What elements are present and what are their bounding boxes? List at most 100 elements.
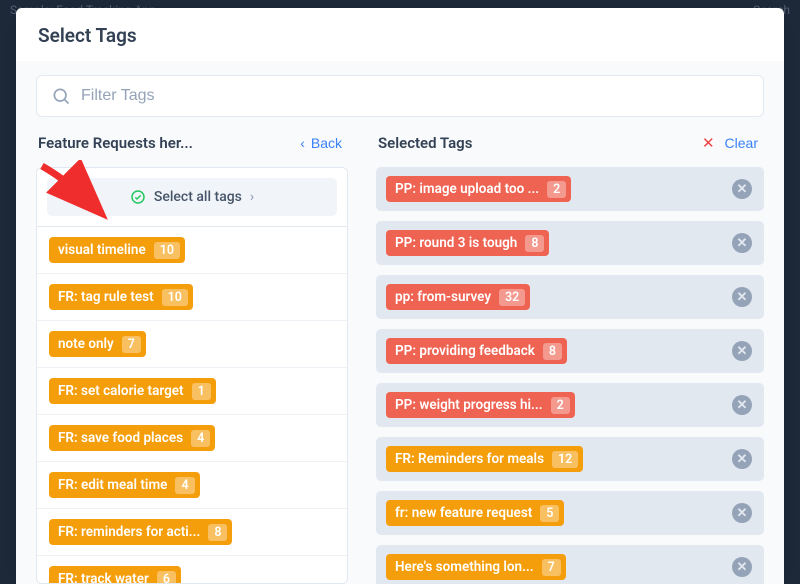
tag-label: visual timeline: [58, 237, 146, 263]
remove-tag-button[interactable]: ✕: [732, 503, 752, 523]
search-icon: [51, 86, 71, 106]
tag-count: 8: [208, 524, 227, 541]
remove-tag-button[interactable]: ✕: [732, 449, 752, 469]
tag-pill: FR: set calorie target 1: [49, 378, 216, 404]
tag-count: 7: [122, 336, 141, 353]
remove-tag-button[interactable]: ✕: [732, 341, 752, 361]
tag-label: FR: Reminders for meals: [395, 446, 544, 472]
close-icon: ✕: [737, 560, 748, 575]
filter-tags-field[interactable]: [36, 75, 764, 117]
tag-pill: FR: tag rule test 10: [49, 284, 193, 310]
tag-label: pp: from-survey: [395, 284, 491, 310]
tag-pill: FR: save food places 4: [49, 425, 215, 451]
selected-tag-row: Here's something lon... 7 ✕: [376, 545, 764, 584]
tag-pill: FR: track water 6: [49, 566, 181, 584]
tag-label: FR: reminders for acti...: [58, 519, 200, 545]
close-icon: ✕: [737, 236, 748, 251]
tag-label: FR: set calorie target: [58, 378, 184, 404]
filter-tags-input[interactable]: [81, 87, 749, 105]
tag-count: 12: [552, 451, 578, 468]
close-icon: ✕: [702, 136, 715, 151]
selected-tag-row: PP: image upload too ...2 ✕: [376, 167, 764, 211]
tag-pill: PP: weight progress hi... 2: [386, 392, 575, 418]
tag-pill: fr: new feature request 5: [386, 500, 564, 526]
chevron-right-icon: ›: [250, 189, 254, 205]
available-tag-row[interactable]: note only 7: [37, 321, 347, 368]
remove-tag-button[interactable]: ✕: [732, 395, 752, 415]
tag-label: PP: providing feedback: [395, 338, 535, 364]
tag-pill: Here's something lon... 7: [386, 554, 566, 580]
tag-pill: FR: reminders for acti... 8: [49, 519, 232, 545]
tag-label: FR: edit meal time: [58, 472, 167, 498]
selected-tags-list: PP: image upload too ...2✕PP: round 3 is…: [376, 167, 764, 584]
tag-count: 10: [162, 289, 188, 306]
tag-pill: PP: providing feedback 8: [386, 338, 567, 364]
tag-label: FR: track water: [58, 566, 149, 584]
selected-heading: Selected Tags: [378, 134, 472, 152]
check-circle-icon: [130, 189, 146, 205]
available-tags-column: Feature Requests her... ‹ Back Select al…: [36, 133, 348, 584]
tag-label: PP: round 3 is tough: [395, 230, 517, 256]
tag-pill: PP: round 3 is tough 8: [386, 230, 549, 256]
modal-body: Feature Requests her... ‹ Back Select al…: [16, 61, 784, 584]
tag-pill: pp: from-survey 32: [386, 284, 530, 310]
selected-tag-row: PP: round 3 is tough 8 ✕: [376, 221, 764, 265]
tag-count: 4: [191, 430, 210, 447]
tag-count: 7: [542, 559, 561, 576]
close-icon: ✕: [737, 506, 748, 521]
tag-label: PP: weight progress hi...: [395, 392, 543, 418]
tag-count: 4: [175, 477, 194, 494]
selected-tag-row: fr: new feature request 5 ✕: [376, 491, 764, 535]
tag-count: 32: [499, 289, 525, 306]
tag-label: FR: tag rule test: [58, 284, 154, 310]
close-icon: ✕: [737, 290, 748, 305]
tag-count: 1: [192, 383, 211, 400]
selected-tag-row: PP: weight progress hi... 2 ✕: [376, 383, 764, 427]
available-tag-row[interactable]: visual timeline 10: [37, 227, 347, 274]
select-all-label: Select all tags: [154, 189, 242, 205]
available-tag-row[interactable]: FR: save food places 4: [37, 415, 347, 462]
available-tag-row[interactable]: FR: edit meal time 4: [37, 462, 347, 509]
select-tags-modal: Select Tags Feature Requests her... ‹ Ba…: [16, 8, 784, 584]
tag-pill: FR: edit meal time 4: [49, 472, 200, 498]
tag-pill: visual timeline 10: [49, 237, 185, 263]
remove-tag-button[interactable]: ✕: [732, 287, 752, 307]
tag-count: 8: [525, 235, 544, 252]
select-all-tags-button[interactable]: Select all tags ›: [47, 178, 337, 216]
available-tag-row[interactable]: FR: tag rule test 10: [37, 274, 347, 321]
tag-pill: PP: image upload too ...2: [386, 176, 571, 202]
tag-count: 8: [543, 343, 562, 360]
clear-button[interactable]: ✕ Clear: [698, 133, 762, 153]
tag-count: 2: [551, 397, 570, 414]
available-tag-row[interactable]: FR: reminders for acti... 8: [37, 509, 347, 556]
tag-label: fr: new feature request: [395, 500, 532, 526]
remove-tag-button[interactable]: ✕: [732, 179, 752, 199]
tag-pill: note only 7: [49, 331, 146, 357]
close-icon: ✕: [737, 452, 748, 467]
selected-tag-row: pp: from-survey 32 ✕: [376, 275, 764, 319]
available-tag-row[interactable]: FR: set calorie target 1: [37, 368, 347, 415]
tag-count: 2: [547, 181, 566, 198]
tag-label: note only: [58, 331, 114, 357]
tag-pill: FR: Reminders for meals 12: [386, 446, 583, 472]
available-tags-panel: Select all tags › visual timeline10FR: t…: [36, 167, 348, 584]
back-label: Back: [311, 135, 342, 151]
available-tag-row[interactable]: FR: track water 6: [37, 556, 347, 584]
modal-title: Select Tags: [16, 8, 784, 61]
tag-count: 5: [540, 505, 559, 522]
close-icon: ✕: [737, 344, 748, 359]
back-button[interactable]: ‹ Back: [296, 133, 346, 153]
tag-count: 10: [154, 242, 180, 259]
selected-tags-column: Selected Tags ✕ Clear PP: image upload t…: [376, 133, 764, 584]
chevron-left-icon: ‹: [300, 135, 305, 151]
remove-tag-button[interactable]: ✕: [732, 557, 752, 577]
close-icon: ✕: [737, 182, 748, 197]
selected-tag-row: PP: providing feedback 8 ✕: [376, 329, 764, 373]
tag-label: Here's something lon...: [395, 554, 534, 580]
tag-label: FR: save food places: [58, 425, 183, 451]
remove-tag-button[interactable]: ✕: [732, 233, 752, 253]
close-icon: ✕: [737, 398, 748, 413]
clear-label: Clear: [725, 135, 758, 151]
tag-count: 6: [157, 571, 176, 584]
available-heading: Feature Requests her...: [38, 134, 193, 152]
